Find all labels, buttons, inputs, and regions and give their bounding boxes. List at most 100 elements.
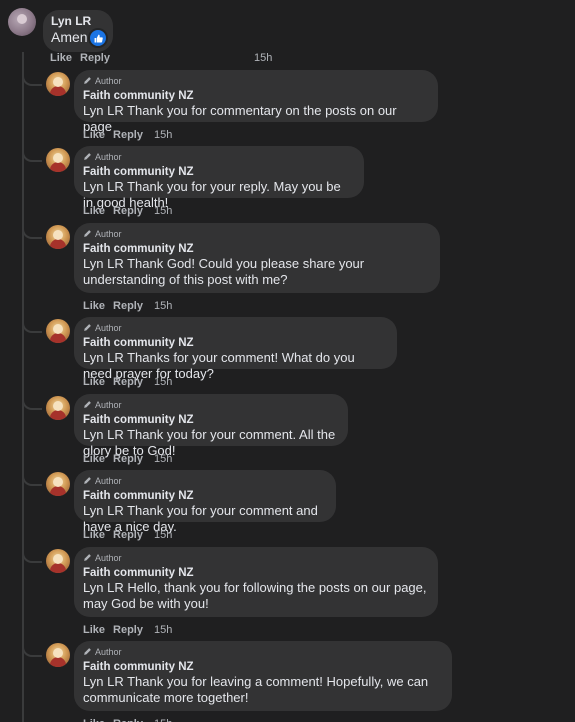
- author-badge: Author: [83, 552, 428, 564]
- comment-bubble: Author Faith community NZ Lyn LR Thank G…: [74, 223, 440, 293]
- like-button[interactable]: Like: [83, 718, 105, 722]
- pencil-icon: [83, 553, 95, 564]
- like-button[interactable]: Like: [83, 376, 105, 388]
- reply-button[interactable]: Reply: [113, 376, 143, 388]
- comment-actions: Like Reply 15h: [83, 624, 172, 636]
- reply-button[interactable]: Reply: [113, 624, 143, 636]
- reply-button[interactable]: Reply: [113, 718, 143, 722]
- avatar[interactable]: [46, 549, 70, 573]
- reply-button[interactable]: Reply: [113, 453, 143, 465]
- like-button[interactable]: Like: [83, 129, 105, 141]
- like-button[interactable]: Like: [83, 300, 105, 312]
- timestamp[interactable]: 15h: [154, 129, 172, 141]
- comment-actions: Like Reply 15h: [83, 129, 172, 141]
- reply-button[interactable]: Reply: [113, 205, 143, 217]
- commenter-name[interactable]: Faith community NZ: [83, 337, 387, 349]
- like-button[interactable]: Like: [83, 624, 105, 636]
- timestamp[interactable]: 15h: [254, 52, 272, 64]
- reply-button[interactable]: Reply: [113, 129, 143, 141]
- comment-text: Amen: [51, 29, 88, 45]
- comment-bubble: Author Faith community NZ Lyn LR Hello, …: [74, 547, 438, 617]
- comment-actions: Like Reply 15h: [83, 300, 172, 312]
- author-label: Author: [95, 229, 122, 239]
- comment-text: Lyn LR Thank you for leaving a comment! …: [83, 674, 429, 705]
- thread-branch: [22, 645, 42, 657]
- author-label: Author: [95, 76, 122, 86]
- author-label: Author: [95, 553, 122, 563]
- timestamp[interactable]: 15h: [154, 376, 172, 388]
- pencil-icon: [83, 476, 95, 487]
- author-label: Author: [95, 647, 122, 657]
- commenter-name[interactable]: Faith community NZ: [83, 567, 428, 579]
- commenter-name[interactable]: Faith community NZ: [83, 243, 430, 255]
- comment-bubble: Author Faith community NZ Lyn LR Thanks …: [74, 317, 397, 381]
- comment-bubble: Author Faith community NZ Lyn LR Thank y…: [74, 394, 348, 458]
- author-badge: Author: [83, 475, 326, 487]
- reply-button[interactable]: Reply: [80, 52, 110, 64]
- commenter-name[interactable]: Faith community NZ: [83, 166, 354, 178]
- like-button[interactable]: Like: [83, 529, 105, 541]
- comment-actions: Like Reply 15h: [83, 205, 172, 217]
- avatar[interactable]: [46, 643, 70, 667]
- pencil-icon: [83, 229, 95, 240]
- comment-actions: Like Reply 15h: [83, 453, 172, 465]
- comment-actions: Like Reply 15h: [83, 529, 172, 541]
- timestamp[interactable]: 15h: [154, 624, 172, 636]
- thread-branch: [22, 551, 42, 563]
- like-button[interactable]: Like: [83, 453, 105, 465]
- comment-bubble: Author Faith community NZ Lyn LR Thank y…: [74, 470, 336, 534]
- comment-bubble: Author Faith community NZ Lyn LR Thank y…: [74, 641, 452, 711]
- author-badge: Author: [83, 75, 428, 87]
- reply-button[interactable]: Reply: [113, 529, 143, 541]
- avatar[interactable]: [46, 319, 70, 343]
- thread-branch: [22, 74, 42, 86]
- comment-bubble: Author Faith community NZ Lyn LR Thank y…: [74, 146, 364, 210]
- thread-branch: [22, 150, 42, 162]
- timestamp[interactable]: 15h: [154, 300, 172, 312]
- commenter-name[interactable]: Faith community NZ: [83, 490, 326, 502]
- thumbs-up-icon[interactable]: [88, 28, 108, 48]
- author-badge: Author: [83, 399, 338, 411]
- comment-actions: Like Reply 15h: [83, 718, 172, 722]
- author-badge: Author: [83, 151, 354, 163]
- thread-branch: [22, 321, 42, 333]
- author-badge: Author: [83, 646, 442, 658]
- author-label: Author: [95, 323, 122, 333]
- pencil-icon: [83, 400, 95, 411]
- comment-actions: Like Reply: [50, 52, 118, 64]
- reply-button[interactable]: Reply: [113, 300, 143, 312]
- commenter-name[interactable]: Faith community NZ: [83, 90, 428, 102]
- avatar[interactable]: [8, 8, 36, 36]
- pencil-icon: [83, 323, 95, 334]
- thread-branch: [22, 398, 42, 410]
- pencil-icon: [83, 152, 95, 163]
- thread-branch: [22, 227, 42, 239]
- comment-text: Lyn LR Hello, thank you for following th…: [83, 580, 427, 611]
- author-label: Author: [95, 152, 122, 162]
- comment-bubble: Author Faith community NZ Lyn LR Thank y…: [74, 70, 438, 134]
- thread-branch: [22, 474, 42, 486]
- pencil-icon: [83, 76, 95, 87]
- pencil-icon: [83, 647, 95, 658]
- comment-actions: Like Reply 15h: [83, 376, 172, 388]
- author-badge: Author: [83, 228, 430, 240]
- author-label: Author: [95, 476, 122, 486]
- avatar[interactable]: [46, 148, 70, 172]
- like-button[interactable]: Like: [50, 52, 72, 64]
- timestamp[interactable]: 15h: [154, 453, 172, 465]
- avatar[interactable]: [46, 396, 70, 420]
- avatar[interactable]: [46, 72, 70, 96]
- avatar[interactable]: [46, 225, 70, 249]
- commenter-name[interactable]: Faith community NZ: [83, 661, 442, 673]
- timestamp[interactable]: 15h: [154, 205, 172, 217]
- like-button[interactable]: Like: [83, 205, 105, 217]
- comment-thread: Lyn LR Amen Like Reply 15h Author Faith c…: [0, 0, 575, 722]
- author-badge: Author: [83, 322, 387, 334]
- avatar[interactable]: [46, 472, 70, 496]
- author-label: Author: [95, 400, 122, 410]
- timestamp[interactable]: 15h: [154, 718, 172, 722]
- timestamp[interactable]: 15h: [154, 529, 172, 541]
- commenter-name[interactable]: Faith community NZ: [83, 414, 338, 426]
- comment-text: Lyn LR Thank God! Could you please share…: [83, 256, 365, 287]
- commenter-name[interactable]: Lyn LR: [51, 14, 91, 28]
